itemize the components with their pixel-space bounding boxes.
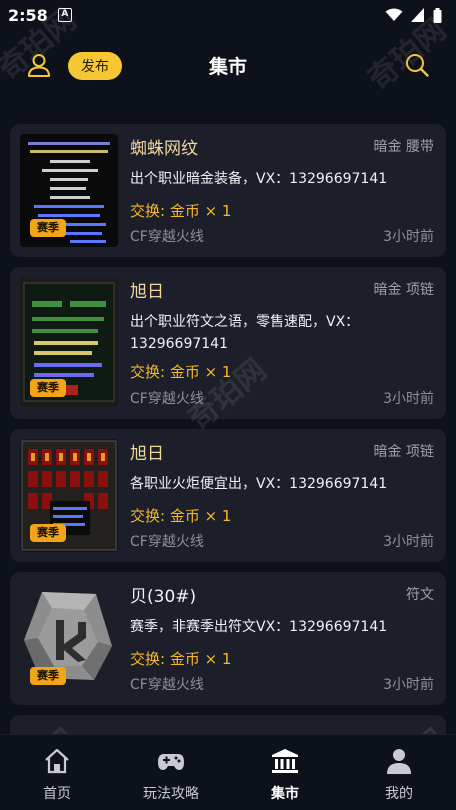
listing-tag: 暗金 腰带 [373,139,434,155]
listing-description: 出个职业暗金装备，VX：13296697141 [130,171,388,187]
season-badge: 赛季 [30,524,66,542]
listing-card[interactable]: 赛季 蜘蛛网纹 暗金 腰带 出个职业暗金装备，VX：13296697141 交换… [10,124,446,257]
listing-time: 3小时前 [383,534,434,550]
search-icon[interactable] [404,52,430,78]
listing-exchange: 交换: 金币 × 1 [130,202,232,220]
nav-market[interactable]: 集市 [228,735,342,810]
listing-card[interactable]: 赛季 旭日 暗金 项链 各职业火炬便宜出，VX：13296697141 交换: … [10,429,446,562]
listing-tag: 暗金 项链 [373,444,434,460]
season-badge: 赛季 [30,219,66,237]
nav-guides[interactable]: 玩法攻略 [114,735,228,810]
listing-server: CF穿越火线 [130,677,204,693]
listing-title: 旭日 [130,282,164,302]
listing-title: 贝(30#) [130,587,197,607]
battery-icon [433,7,442,23]
nav-label: 玩法攻略 [143,786,199,802]
listing-tag: 暗金 项链 [373,282,434,298]
status-time: 2:58 [8,5,48,25]
gamepad-icon [158,754,184,770]
nav-home[interactable]: 首页 [0,735,114,810]
nav-label: 首页 [43,786,71,802]
listing-time: 3小时前 [383,229,434,245]
listing-tag: 符文 [406,587,434,603]
listing-title: 旭日 [130,444,164,464]
listing-server: CF穿越火线 [130,391,204,407]
notification-icon: A [57,8,72,22]
nav-profile[interactable]: 我的 [342,735,456,810]
listing-exchange: 交换: 金币 × 1 [130,650,232,668]
item-thumbnail: 赛季 [20,277,118,407]
listing-description: 各职业火炬便宜出，VX：13296697141 [130,476,388,492]
item-thumbnail: 赛季 [20,582,118,695]
item-thumbnail: 赛季 [20,439,118,552]
listing-time: 3小时前 [383,677,434,693]
listing-server: CF穿越火线 [130,534,204,550]
listing-description: 赛季，非赛季出符文VX：13296697141 [130,619,388,635]
item-thumbnail: 赛季 [20,134,118,247]
season-badge: 赛季 [30,379,66,397]
nav-label: 我的 [385,786,413,802]
listing-exchange: 交换: 金币 × 1 [130,507,232,525]
listing-list: 赛季 蜘蛛网纹 暗金 腰带 出个职业暗金装备，VX：13296697141 交换… [10,124,446,765]
profile-icon [387,749,411,774]
listing-exchange: 交换: 金币 × 1 [130,363,232,381]
status-bar: 2:58 A [0,0,456,30]
listing-server: CF穿越火线 [130,229,204,245]
listing-card[interactable]: 赛季 旭日 暗金 项链 出个职业符文之语，零售速配，VX：13296697141… [10,267,446,419]
listing-description: 出个职业符文之语，零售速配，VX：13296697141 [130,314,360,352]
season-badge: 赛季 [30,667,66,685]
listing-card[interactable]: 赛季 贝(30#) 符文 赛季，非赛季出符文VX：13296697141 交换:… [10,572,446,705]
header: 发布 集市 [0,44,456,88]
market-icon [272,749,298,773]
signal-icon [411,8,424,22]
home-icon [45,748,69,774]
listing-time: 3小时前 [383,391,434,407]
wifi-icon [385,8,403,21]
nav-label: 集市 [271,786,299,802]
bottom-nav: 首页 玩法攻略 集市 我的 [0,734,456,810]
listing-title: 蜘蛛网纹 [130,139,198,159]
page-title: 集市 [208,56,247,78]
